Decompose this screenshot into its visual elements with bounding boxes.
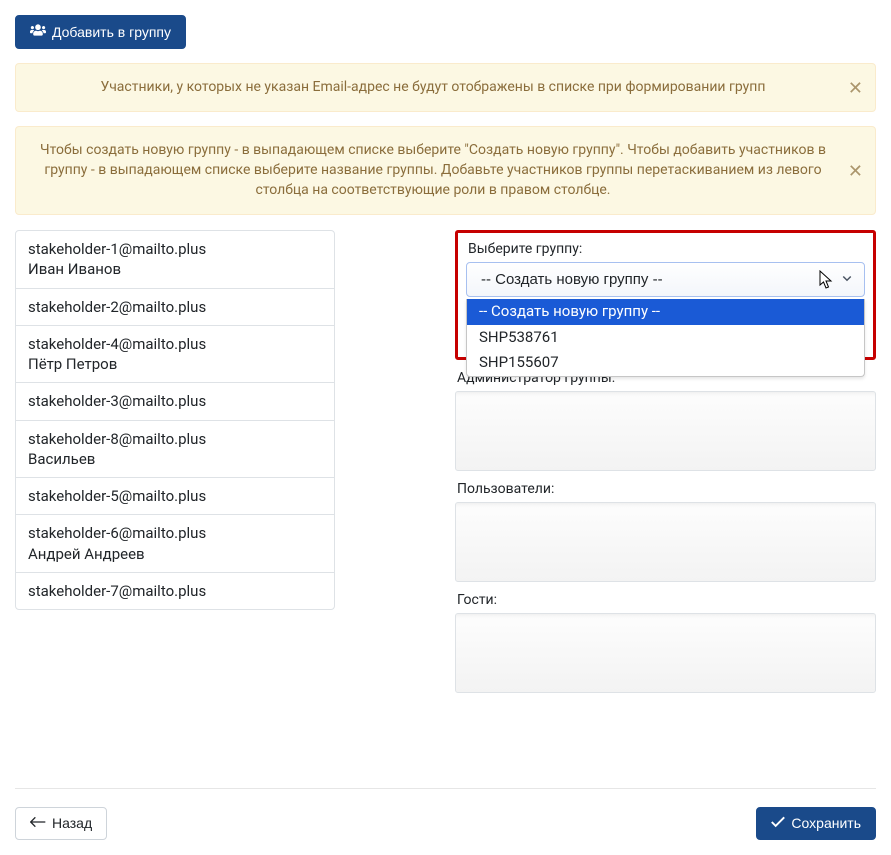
- stakeholder-name: Андрей Андреев: [28, 544, 322, 564]
- guests-drop-area[interactable]: [455, 613, 876, 693]
- group-option[interactable]: SHP538761: [467, 325, 864, 351]
- alert-create-help: Чтобы создать новую группу - в выпадающе…: [15, 126, 876, 215]
- list-item[interactable]: stakeholder-1@mailto.plusИван Иванов: [16, 231, 334, 289]
- list-item[interactable]: stakeholder-6@mailto.plusАндрей Андреев: [16, 515, 334, 573]
- button-label: Сохранить: [791, 815, 861, 832]
- list-item[interactable]: stakeholder-4@mailto.plusПётр Петров: [16, 326, 334, 384]
- stakeholder-email: stakeholder-4@mailto.plus: [28, 334, 322, 354]
- stakeholder-email: stakeholder-6@mailto.plus: [28, 523, 322, 543]
- group-option[interactable]: SHP155607: [467, 350, 864, 376]
- list-item[interactable]: stakeholder-3@mailto.plus: [16, 383, 334, 420]
- stakeholder-name: Васильев: [28, 449, 322, 469]
- stakeholder-list[interactable]: stakeholder-1@mailto.plusИван Ивановstak…: [15, 230, 335, 770]
- guests-label: Гости:: [457, 592, 876, 608]
- close-icon[interactable]: ✕: [848, 162, 863, 180]
- users-drop-area[interactable]: [455, 502, 876, 582]
- add-to-group-button[interactable]: Добавить в группу: [15, 15, 186, 49]
- stakeholder-name: Иван Иванов: [28, 259, 322, 279]
- save-button[interactable]: Сохранить: [756, 807, 876, 840]
- arrow-left-icon: [30, 815, 46, 832]
- alert-text: Чтобы создать новую группу - в выпадающе…: [40, 142, 826, 197]
- users-icon: [30, 23, 46, 41]
- stakeholder-email: stakeholder-7@mailto.plus: [28, 581, 322, 601]
- list-item[interactable]: stakeholder-8@mailto.plusВасильев: [16, 421, 334, 479]
- group-option[interactable]: -- Создать новую группу --: [467, 299, 864, 325]
- back-button[interactable]: Назад: [15, 807, 107, 840]
- stakeholder-name: Пётр Петров: [28, 354, 322, 374]
- stakeholder-email: stakeholder-2@mailto.plus: [28, 297, 322, 317]
- group-select-input[interactable]: -- Создать новую группу --: [466, 262, 865, 297]
- admin-drop-area[interactable]: [455, 391, 876, 471]
- select-value: -- Создать новую группу --: [481, 271, 663, 288]
- select-group-label: Выберите группу:: [468, 241, 865, 257]
- alert-email-warning: Участники, у которых не указан Email-адр…: [15, 63, 876, 113]
- stakeholder-email: stakeholder-8@mailto.plus: [28, 429, 322, 449]
- stakeholder-email: stakeholder-5@mailto.plus: [28, 486, 322, 506]
- close-icon[interactable]: ✕: [848, 79, 863, 97]
- button-label: Добавить в группу: [52, 24, 171, 41]
- stakeholder-email: stakeholder-1@mailto.plus: [28, 239, 322, 259]
- check-icon: [771, 815, 785, 832]
- list-item[interactable]: stakeholder-2@mailto.plus: [16, 289, 334, 326]
- alert-text: Участники, у которых не указан Email-адр…: [101, 79, 766, 95]
- group-select-highlight: Выберите группу: -- Создать новую группу…: [455, 230, 876, 360]
- group-select[interactable]: -- Создать новую группу -- -- Создать но…: [466, 262, 865, 297]
- stakeholder-email: stakeholder-3@mailto.plus: [28, 391, 322, 411]
- users-label: Пользователи:: [457, 481, 876, 497]
- button-label: Назад: [52, 815, 92, 832]
- list-item[interactable]: stakeholder-7@mailto.plus: [16, 573, 334, 609]
- group-dropdown[interactable]: -- Создать новую группу --SHP538761SHP15…: [466, 299, 865, 377]
- list-item[interactable]: stakeholder-5@mailto.plus: [16, 478, 334, 515]
